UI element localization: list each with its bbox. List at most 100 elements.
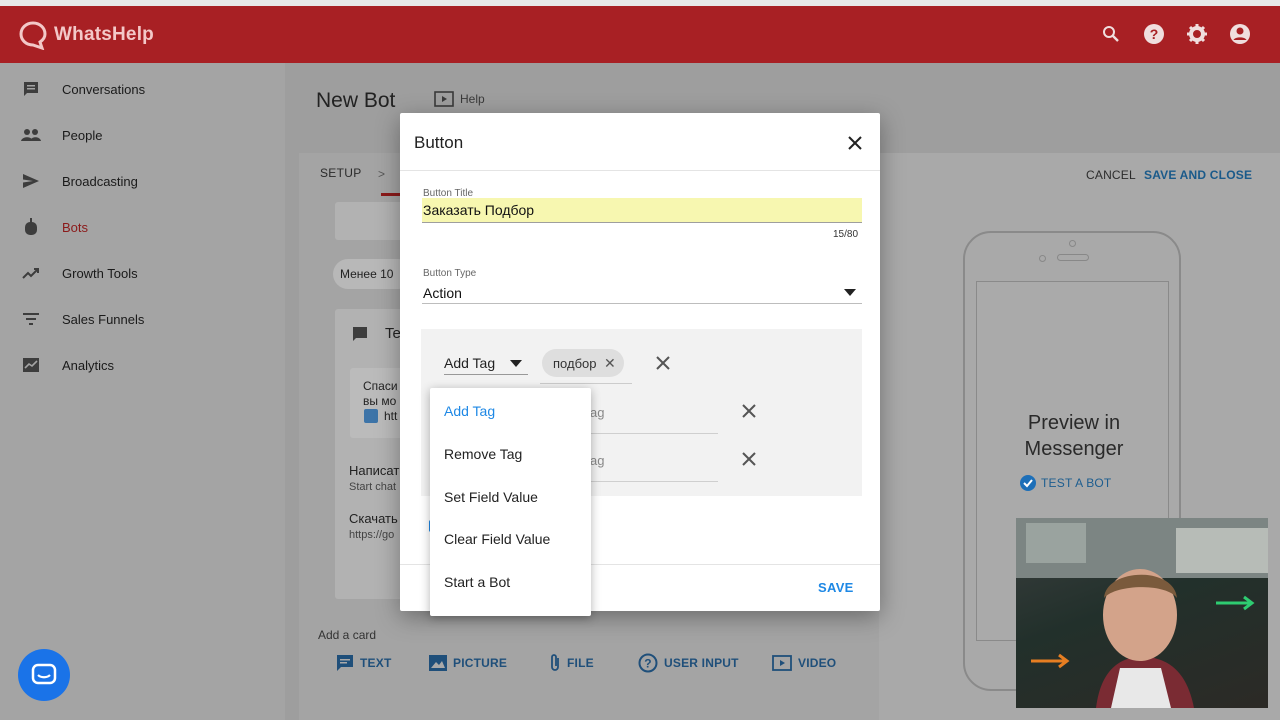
send-icon [21, 171, 41, 191]
action-type-select[interactable]: Add Tag [444, 353, 528, 375]
bg-card-head: Te [385, 325, 401, 342]
button-type-value: Action [423, 285, 462, 301]
add-picture-card-button[interactable]: PICTURE [429, 653, 549, 673]
card-actions: TEXT PICTURE FILE ? USER INPUT VIDEO [336, 653, 836, 673]
bg-text-card [335, 309, 405, 599]
brand-logo[interactable]: WhatsHelp [18, 20, 154, 50]
bg-button2-title[interactable]: Скачать [349, 511, 398, 526]
save-button[interactable]: SAVE [818, 580, 854, 595]
bg-card-top [335, 202, 405, 240]
whatshelp-logo-icon [19, 21, 47, 50]
cancel-button[interactable]: CANCEL [1086, 168, 1136, 182]
bg-button2-sub: https://go [349, 529, 395, 541]
button-type-label: Button Type [423, 268, 477, 279]
caret-down-icon [844, 289, 856, 296]
page-title: New Bot [316, 89, 396, 112]
save-and-close-button[interactable]: SAVE AND CLOSE [1144, 168, 1252, 182]
tag-chip-label: подбор [553, 356, 597, 371]
bg-msg-line1: Спаси [363, 379, 398, 393]
text-icon [337, 655, 353, 671]
card-chat-icon [353, 327, 367, 341]
action-row2-text: ag [590, 405, 605, 420]
sidebar-item-label: Conversations [62, 81, 146, 97]
sidebar-item-label: Bots [62, 219, 89, 235]
sidebar-item-growth-tools[interactable]: Growth Tools [0, 250, 285, 296]
remove-action-icon[interactable] [741, 451, 757, 467]
title-char-counter: 15/80 [833, 229, 859, 240]
analytics-icon [21, 355, 41, 375]
button-title-input[interactable] [422, 198, 862, 223]
add-user-input-card-button[interactable]: ? USER INPUT [638, 653, 772, 673]
test-a-bot-label: TEST A BOT [1041, 476, 1112, 490]
dialog-title: Button [414, 133, 464, 152]
remove-action-icon[interactable] [655, 355, 671, 371]
bg-msg-line3: htt [384, 409, 398, 423]
tab-arrow: > [378, 167, 386, 181]
dialog-divider [400, 170, 880, 171]
sidebar-item-label: Growth Tools [62, 265, 138, 281]
card-action-label: FILE [567, 656, 594, 670]
phone-sensor [1039, 255, 1046, 262]
sidebar-item-label: Analytics [62, 357, 115, 373]
picture-icon [429, 655, 447, 671]
chip-remove-icon[interactable]: ✕ [604, 355, 616, 372]
arrow-emoji-icon [364, 409, 378, 423]
account-icon[interactable] [1228, 22, 1252, 46]
svg-text:?: ? [644, 657, 652, 671]
add-file-card-button[interactable]: FILE [549, 653, 638, 673]
brand-name: WhatsHelp [54, 24, 154, 45]
phone-camera [1069, 240, 1076, 247]
preview-line2: Messenger [1024, 438, 1124, 460]
sidebar-item-label: Sales Funnels [62, 311, 145, 327]
add-card-label: Add a card [318, 628, 377, 642]
sidebar: Conversations People Broadcasting Bots G… [0, 63, 285, 720]
action-type-value: Add Tag [444, 355, 496, 371]
remove-action-icon[interactable] [741, 403, 757, 419]
dropdown-item-add-tag[interactable]: Add Tag [444, 403, 495, 419]
sidebar-item-bots[interactable]: Bots [0, 204, 285, 250]
preview-line1: Preview in [1027, 412, 1121, 434]
card-action-label: TEXT [360, 656, 392, 670]
help-link[interactable]: Help [434, 91, 485, 107]
svg-text:?: ? [1150, 26, 1159, 42]
tag-input-underline [540, 383, 632, 384]
dropdown-item-remove-tag[interactable]: Remove Tag [444, 446, 522, 462]
tab-setup[interactable]: SETUP [320, 166, 362, 180]
bg-msg-line2: вы мо [363, 394, 397, 408]
chat-widget-button[interactable] [18, 649, 70, 701]
bg-button1-title[interactable]: Написат [349, 463, 399, 478]
webcam-picture [1016, 518, 1268, 708]
filter-icon [21, 309, 41, 329]
gear-icon[interactable] [1185, 22, 1209, 46]
search-icon[interactable] [1099, 22, 1123, 46]
sidebar-item-conversations[interactable]: Conversations [0, 66, 285, 112]
dropdown-item-clear-field-value[interactable]: Clear Field Value [444, 531, 550, 547]
add-video-card-button[interactable]: VIDEO [772, 653, 836, 673]
action-row3-text: ag [590, 453, 605, 468]
card-action-label: PICTURE [453, 656, 508, 670]
phone-speaker [1057, 254, 1089, 261]
sidebar-item-broadcasting[interactable]: Broadcasting [0, 158, 285, 204]
video-help-icon [434, 91, 454, 107]
chat-widget-icon [31, 663, 57, 685]
help-icon[interactable]: ? [1142, 22, 1166, 46]
add-text-card-button[interactable]: TEXT [336, 653, 429, 673]
people-icon [21, 125, 41, 145]
sidebar-item-people[interactable]: People [0, 112, 285, 158]
close-icon[interactable] [844, 132, 866, 154]
button-type-select[interactable]: Action [422, 283, 862, 304]
dropdown-item-set-field-value[interactable]: Set Field Value [444, 489, 538, 505]
card-action-label: USER INPUT [664, 656, 739, 670]
test-a-bot-button[interactable]: TEST A BOT [1020, 475, 1111, 491]
chat-icon [21, 79, 41, 99]
sidebar-item-label: People [62, 127, 103, 143]
dropdown-item-start-a-bot[interactable]: Start a Bot [444, 574, 510, 590]
card-action-label: VIDEO [798, 656, 837, 670]
bg-button1-sub: Start chat [349, 481, 397, 493]
sidebar-item-label: Broadcasting [62, 173, 138, 189]
sidebar-item-sales-funnels[interactable]: Sales Funnels [0, 296, 285, 342]
webcam-overlay [1016, 518, 1268, 708]
attach-icon [551, 654, 559, 671]
sidebar-item-analytics[interactable]: Analytics [0, 342, 285, 388]
check-circle-icon [1020, 475, 1036, 491]
